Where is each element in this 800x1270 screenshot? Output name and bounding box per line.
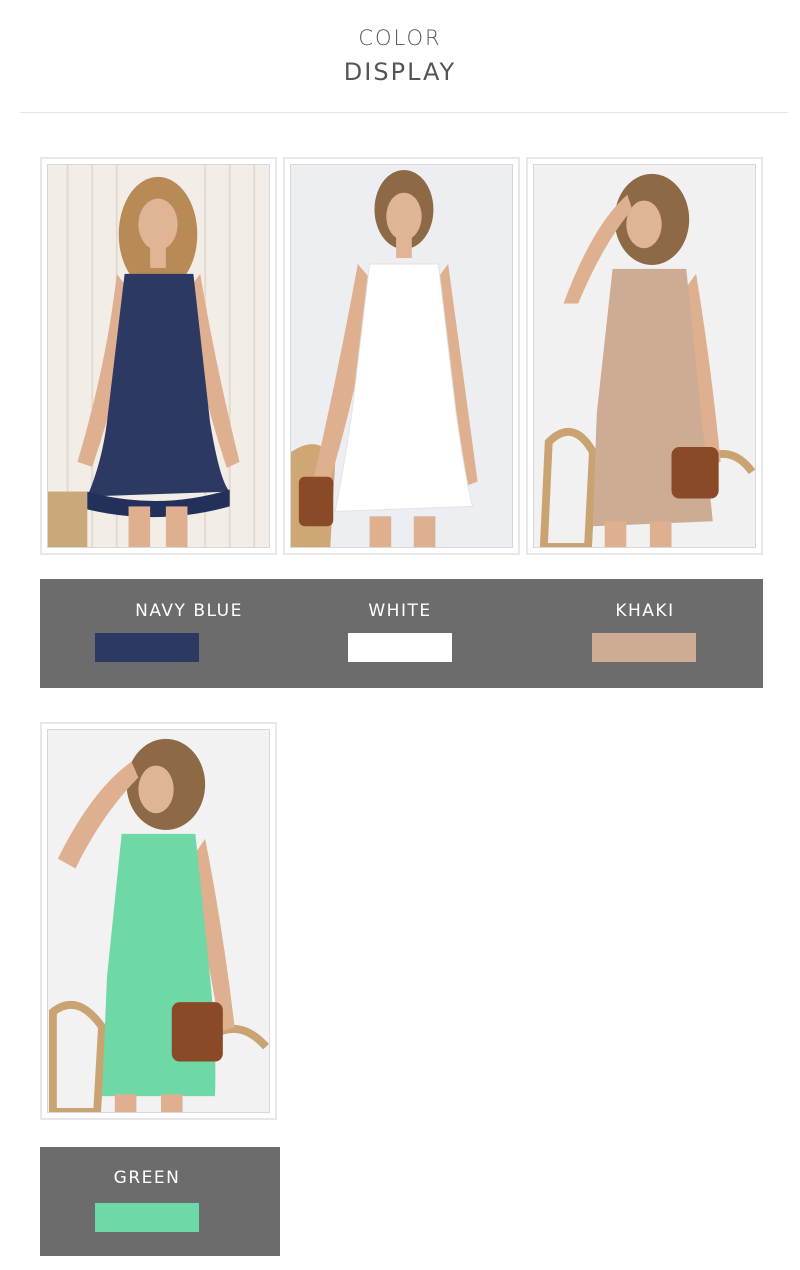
color-swatch-navy[interactable] — [95, 633, 199, 662]
color-label-navy: NAVY BLUE — [135, 601, 243, 621]
color-label-khaki: KHAKI — [615, 601, 675, 621]
model-white-dress-image — [291, 165, 512, 547]
header-title-line2: DISPLAY — [343, 58, 457, 86]
color-swatch-bar-2: GREEN — [40, 1147, 280, 1256]
color-swatch-white[interactable] — [348, 633, 452, 662]
product-photo-navy[interactable] — [40, 157, 277, 555]
model-khaki-dress-image — [534, 165, 755, 547]
product-photo-white[interactable] — [283, 157, 520, 555]
color-swatch-green[interactable] — [95, 1203, 199, 1232]
color-label-green: GREEN — [113, 1168, 181, 1188]
product-photo-green[interactable] — [40, 722, 277, 1120]
model-navy-dress-image — [48, 165, 269, 547]
section-header: COLOR DISPLAY — [0, 0, 800, 112]
product-photo-khaki[interactable] — [526, 157, 763, 555]
header-divider — [20, 112, 788, 113]
color-swatch-bar: NAVY BLUE WHITE KHAKI — [40, 579, 763, 688]
color-label-white: WHITE — [368, 601, 432, 621]
model-green-dress-image — [48, 730, 269, 1112]
color-swatch-khaki[interactable] — [592, 633, 696, 662]
header-title-line1: COLOR — [358, 26, 442, 50]
